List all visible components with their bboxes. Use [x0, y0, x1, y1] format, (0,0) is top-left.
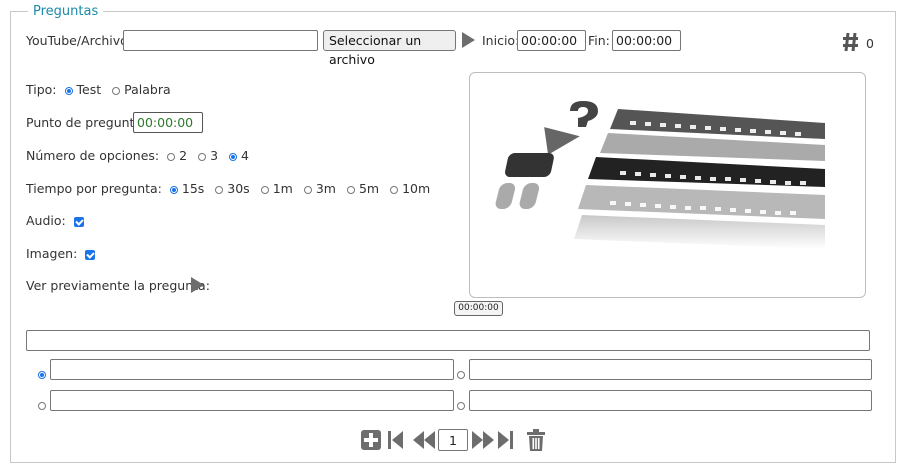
hash-icon: [843, 32, 858, 52]
last-page-icon[interactable]: [498, 431, 514, 449]
answer-4-input[interactable]: [469, 390, 872, 411]
type-option-test[interactable]: Test: [64, 82, 101, 97]
radio-icon[interactable]: [303, 185, 312, 194]
point-time-input[interactable]: [133, 112, 203, 133]
question-count: 0: [866, 36, 874, 51]
answer-1-radio[interactable]: [38, 366, 46, 381]
options-count-3[interactable]: 3: [198, 148, 218, 163]
add-question-icon[interactable]: [361, 430, 381, 450]
preview-play-icon[interactable]: [191, 277, 204, 293]
time-option-1m[interactable]: 1m: [260, 181, 293, 196]
radio-icon[interactable]: [457, 401, 465, 410]
time-option-5m[interactable]: 5m: [346, 181, 379, 196]
radio-icon[interactable]: [215, 185, 224, 194]
first-page-icon[interactable]: [388, 431, 404, 449]
radio-icon[interactable]: [112, 86, 121, 95]
type-label: Tipo:: [26, 82, 57, 97]
image-time-badge: 00:00:00: [454, 301, 503, 316]
answer-1-input[interactable]: [50, 359, 454, 380]
next-page-icon[interactable]: [472, 431, 494, 449]
source-input[interactable]: [123, 30, 318, 51]
time-option-3m[interactable]: 3m: [303, 181, 336, 196]
audio-label: Audio:: [26, 213, 66, 228]
time-row: Tiempo por pregunta: 15s 30s 1m 3m 5m 10…: [26, 181, 437, 196]
radio-icon[interactable]: [38, 370, 46, 379]
audio-checkbox[interactable]: [73, 216, 84, 227]
start-label: Inicio:: [482, 33, 520, 48]
play-icon[interactable]: [462, 32, 475, 48]
answer-2-radio[interactable]: [457, 366, 465, 381]
answer-3-input[interactable]: [50, 390, 454, 411]
image-row: Imagen:: [26, 246, 96, 261]
answer-4-radio[interactable]: [457, 397, 465, 412]
point-label: Punto de pregunta:: [26, 115, 147, 130]
select-file-button[interactable]: Seleccionar un archivo: [323, 30, 456, 67]
image-label: Imagen:: [26, 246, 78, 261]
options-count-4[interactable]: 4: [229, 148, 249, 163]
time-option-15s[interactable]: 15s: [169, 181, 204, 196]
radio-icon[interactable]: [198, 152, 207, 161]
radio-icon[interactable]: [167, 152, 176, 161]
trash-icon[interactable]: [527, 429, 545, 451]
answer-3-radio[interactable]: [38, 397, 46, 412]
previous-page-icon[interactable]: [413, 431, 435, 449]
radio-icon[interactable]: [457, 370, 465, 379]
time-option-10m[interactable]: 10m: [390, 181, 430, 196]
radio-icon[interactable]: [346, 185, 355, 194]
options-count-label: Número de opciones:: [26, 148, 160, 163]
radio-icon[interactable]: [38, 401, 46, 410]
section-legend: Preguntas: [28, 4, 104, 19]
end-time-input[interactable]: [612, 30, 681, 51]
end-label: Fin:: [588, 33, 610, 48]
question-text-input[interactable]: [26, 330, 870, 351]
radio-icon[interactable]: [229, 152, 237, 161]
answer-2-input[interactable]: [469, 359, 872, 380]
time-label: Tiempo por pregunta:: [26, 181, 162, 196]
type-option-word[interactable]: Palabra: [112, 82, 171, 97]
preview-label: Ver previamente la pregunta:: [26, 278, 210, 293]
type-row: Tipo: Test Palabra: [26, 82, 178, 97]
radio-icon[interactable]: [390, 185, 399, 194]
image-checkbox[interactable]: [85, 249, 96, 260]
start-time-input[interactable]: [517, 30, 586, 51]
question-image[interactable]: [469, 72, 866, 298]
options-count-row: Número de opciones: 2 3 4: [26, 148, 256, 163]
audio-row: Audio:: [26, 213, 84, 228]
time-option-30s[interactable]: 30s: [215, 181, 250, 196]
radio-icon[interactable]: [260, 185, 269, 194]
film-placeholder-graphic: [495, 101, 825, 249]
radio-icon[interactable]: [169, 185, 178, 194]
radio-icon[interactable]: [64, 86, 73, 95]
page-number-input[interactable]: [438, 429, 468, 451]
options-count-2[interactable]: 2: [167, 148, 187, 163]
source-label: YouTube/Archivo:: [26, 33, 132, 48]
